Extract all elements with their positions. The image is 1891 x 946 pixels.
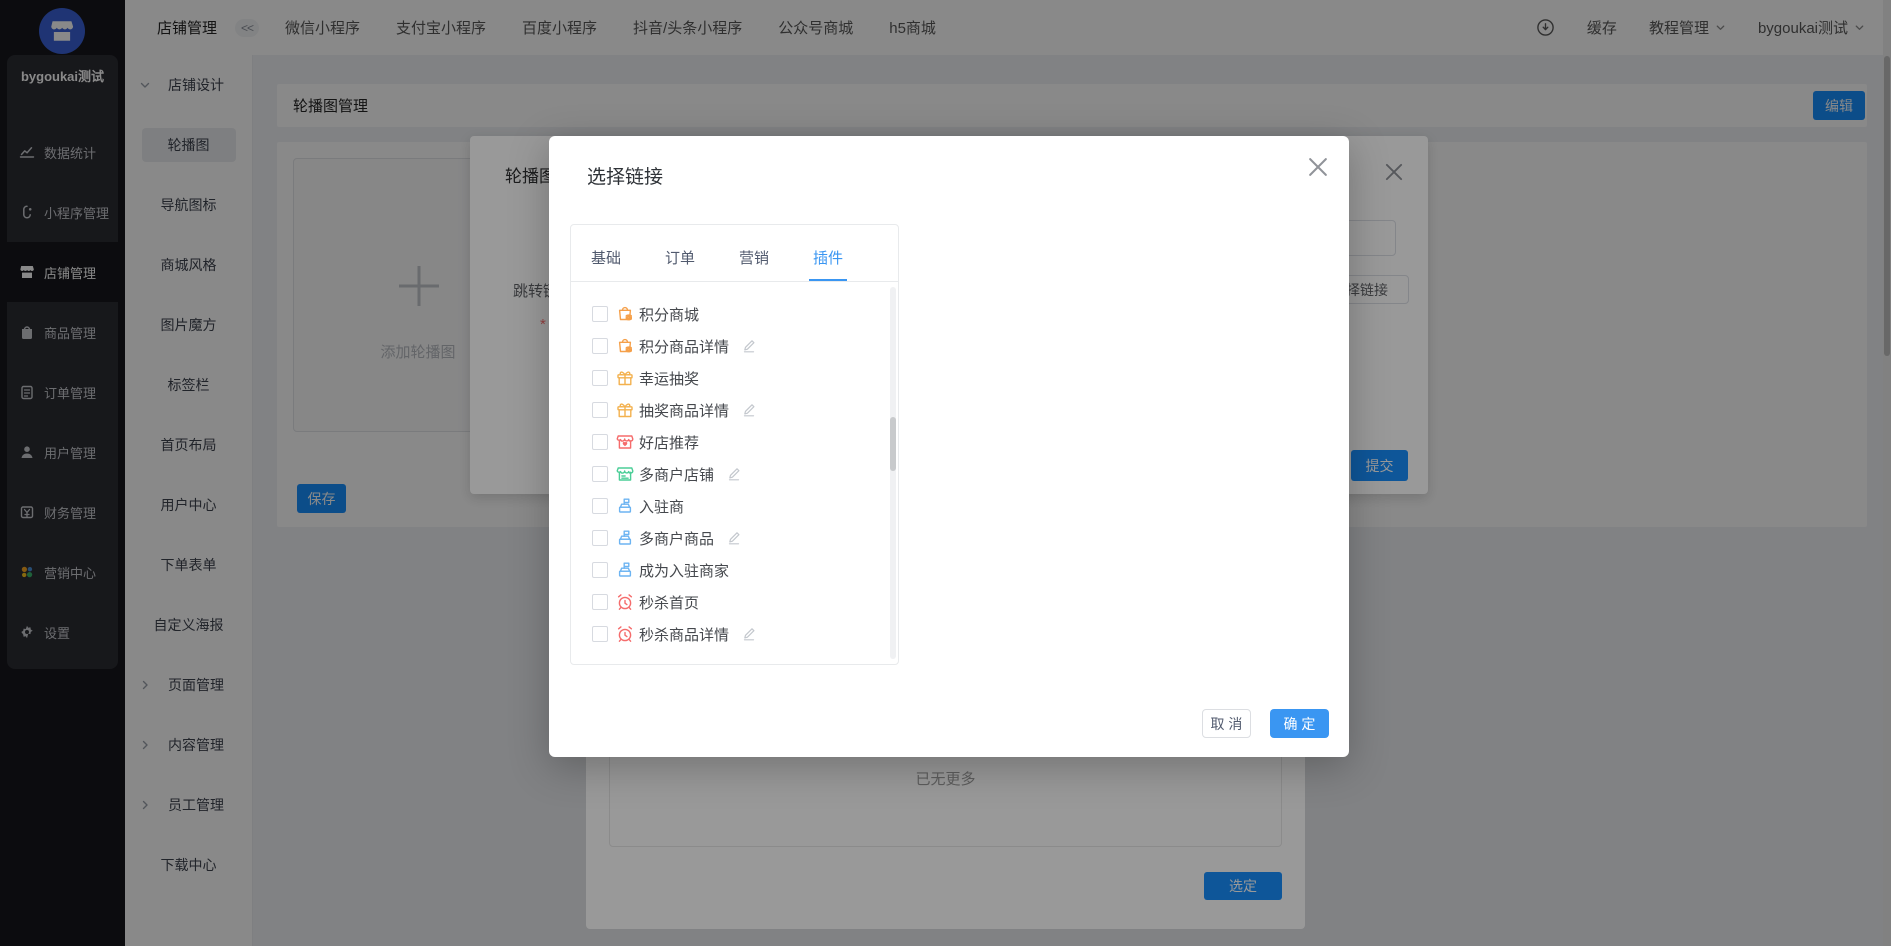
link-list-item[interactable]: 多商户商品 xyxy=(571,522,898,554)
link-list-item[interactable]: 抽奖商品详情 xyxy=(571,394,898,426)
link-list-item[interactable]: 成为入驻商家 xyxy=(571,554,898,586)
link-item-label: 好店推荐 xyxy=(639,432,699,453)
link-item-label: 积分商品详情 xyxy=(639,336,729,357)
checkbox[interactable] xyxy=(592,466,608,482)
link-list-item[interactable]: 幸运抽奖 xyxy=(571,362,898,394)
link-list-item[interactable]: 秒杀首页 xyxy=(571,586,898,618)
edit-pencil-icon[interactable] xyxy=(726,466,742,482)
link-list-item[interactable]: 积分商城 xyxy=(571,298,898,330)
link-list-item[interactable]: 多商户店铺 xyxy=(571,458,898,490)
link-list: 积分商城 积分商品详情 幸运抽奖 xyxy=(571,283,898,650)
link-item-label: 入驻商 xyxy=(639,496,684,517)
points-mall-icon xyxy=(615,336,635,356)
edit-pencil-icon[interactable] xyxy=(741,402,757,418)
checkbox[interactable] xyxy=(592,498,608,514)
store-green-icon xyxy=(615,464,635,484)
merchant-blue-icon xyxy=(615,528,635,548)
link-category-tab[interactable]: 营销 xyxy=(739,247,769,268)
link-item-label: 秒杀首页 xyxy=(639,592,699,613)
edit-pencil-icon[interactable] xyxy=(726,530,742,546)
link-list-item[interactable]: 好店推荐 xyxy=(571,426,898,458)
list-scrollbar-thumb[interactable] xyxy=(890,417,896,471)
edit-pencil-icon[interactable] xyxy=(741,626,757,642)
points-mall-icon xyxy=(615,304,635,324)
checkbox[interactable] xyxy=(592,434,608,450)
link-category-tab[interactable]: 插件 xyxy=(813,247,843,268)
link-item-label: 成为入驻商家 xyxy=(639,560,729,581)
checkbox[interactable] xyxy=(592,402,608,418)
link-list-item[interactable]: 秒杀商品详情 xyxy=(571,618,898,650)
link-list-item[interactable]: 入驻商 xyxy=(571,490,898,522)
link-item-label: 积分商城 xyxy=(639,304,699,325)
gift-icon xyxy=(615,400,635,420)
link-category-tabs: 基础 订单 营销 插件 xyxy=(571,225,898,282)
link-picker-box: 基础 订单 营销 插件 积分商城 xyxy=(570,224,899,665)
link-category-tab[interactable]: 订单 xyxy=(665,247,695,268)
link-item-label: 秒杀商品详情 xyxy=(639,624,729,645)
link-list-item[interactable]: 积分商品详情 xyxy=(571,330,898,362)
checkbox[interactable] xyxy=(592,338,608,354)
link-item-label: 幸运抽奖 xyxy=(639,368,699,389)
cancel-button[interactable]: 取 消 xyxy=(1202,709,1251,738)
store-red-icon xyxy=(615,432,635,452)
close-icon[interactable] xyxy=(1307,156,1329,178)
checkbox[interactable] xyxy=(592,562,608,578)
link-item-label: 多商户店铺 xyxy=(639,464,714,485)
edit-pencil-icon[interactable] xyxy=(741,338,757,354)
merchant-blue-icon xyxy=(615,560,635,580)
select-link-modal: 选择链接 基础 订单 营销 插件 积 xyxy=(549,136,1349,757)
link-item-label: 抽奖商品详情 xyxy=(639,400,729,421)
checkbox[interactable] xyxy=(592,530,608,546)
seckill-clock-icon xyxy=(615,624,635,644)
gift-icon xyxy=(615,368,635,388)
merchant-blue-icon xyxy=(615,496,635,516)
list-scrollbar-track[interactable] xyxy=(890,287,896,659)
checkbox[interactable] xyxy=(592,626,608,642)
link-category-tab[interactable]: 基础 xyxy=(591,247,621,268)
link-item-label: 多商户商品 xyxy=(639,528,714,549)
app-screen: bygoukai测试 数据统计 小程序管理 店铺管理 xyxy=(0,0,1891,946)
checkbox[interactable] xyxy=(592,594,608,610)
checkbox[interactable] xyxy=(592,306,608,322)
checkbox[interactable] xyxy=(592,370,608,386)
confirm-button[interactable]: 确 定 xyxy=(1270,709,1329,738)
seckill-clock-icon xyxy=(615,592,635,612)
modal-title: 选择链接 xyxy=(587,162,663,189)
